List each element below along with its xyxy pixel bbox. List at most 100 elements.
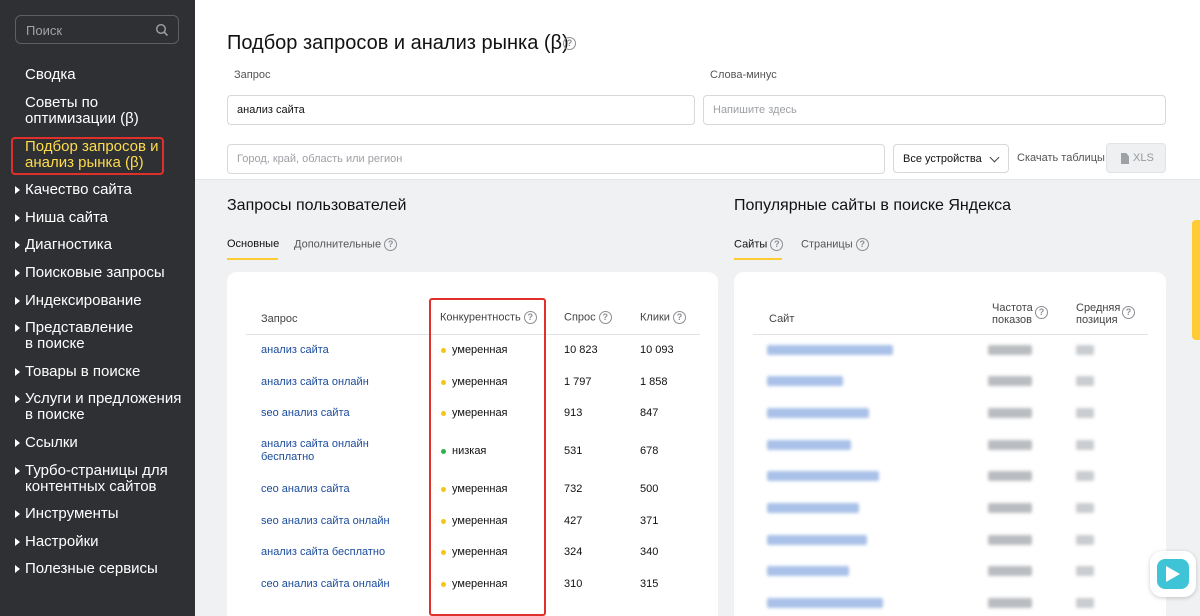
position-blurred: [1076, 471, 1094, 481]
help-icon[interactable]: ?: [855, 238, 869, 251]
help-icon[interactable]: ?: [384, 238, 398, 251]
query-link[interactable]: анализ сайта онлайн: [261, 376, 369, 389]
position-blurred: [1076, 566, 1094, 576]
column-header-demand[interactable]: Спрос ?: [564, 311, 612, 324]
frequency-blurred: [988, 471, 1032, 481]
site-name-blurred[interactable]: [767, 566, 849, 576]
help-icon[interactable]: ?: [598, 311, 612, 324]
tab-pages[interactable]: Страницы ?: [801, 238, 869, 251]
position-blurred: [1076, 535, 1094, 545]
column-header-query[interactable]: Запрос: [261, 313, 297, 325]
sidebar-item-links[interactable]: Ссылки: [15, 435, 78, 451]
demand-cell: 732: [564, 483, 583, 495]
query-link[interactable]: сео анализ сайта онлайн: [261, 578, 390, 591]
query-link[interactable]: анализ сайта: [261, 344, 329, 357]
expand-arrow-icon: [15, 467, 20, 475]
frequency-blurred: [988, 376, 1032, 386]
position-blurred: [1076, 598, 1094, 608]
expand-arrow-icon: [15, 538, 20, 546]
popular-section-title: Популярные сайты в поиске Яндекса: [734, 197, 1012, 214]
site-name-blurred[interactable]: [767, 535, 867, 545]
active-tab-underline: [734, 258, 782, 260]
site-name-blurred[interactable]: [767, 598, 883, 608]
query-link[interactable]: анализ сайта онлайн бесплатно: [261, 438, 369, 464]
sidebar-item-optimization-tips[interactable]: Советы по оптимизации (β): [25, 95, 139, 127]
demand-cell: 913: [564, 407, 583, 419]
document-icon: [1121, 153, 1129, 164]
tab-additional[interactable]: Дополнительные ?: [294, 238, 398, 251]
queries-section-title: Запросы пользователей: [227, 197, 407, 214]
xls-download-button[interactable]: XLS: [1106, 143, 1166, 173]
sidebar-item-products[interactable]: Товары в поиске: [15, 364, 140, 380]
sidebar-item-diagnostics[interactable]: Диагностика: [15, 237, 112, 253]
search-placeholder: Поиск: [26, 23, 63, 38]
query-link[interactable]: seo анализ сайта онлайн: [261, 515, 390, 528]
sidebar-item-search-appearance[interactable]: Представление в поиске: [15, 320, 133, 352]
expand-arrow-icon: [15, 241, 20, 249]
demand-cell: 531: [564, 445, 583, 457]
competition-column-highlight: [429, 298, 546, 616]
expand-arrow-icon: [15, 214, 20, 222]
column-header-frequency[interactable]: Частота показов: [992, 302, 1033, 326]
tab-sites[interactable]: Сайты ?: [734, 238, 784, 251]
query-input[interactable]: анализ сайта: [227, 95, 695, 125]
expand-arrow-icon: [15, 324, 20, 332]
frequency-blurred: [988, 408, 1032, 418]
feedback-tab[interactable]: [1192, 220, 1200, 340]
sidebar-item-tools[interactable]: Инструменты: [15, 506, 119, 522]
chevron-down-icon: [989, 152, 1000, 163]
expand-arrow-icon: [15, 186, 20, 194]
clicks-cell: 10 093: [640, 344, 674, 356]
minus-words-input[interactable]: Напишите здесь: [703, 95, 1166, 125]
devices-select[interactable]: Все устройства: [893, 144, 1009, 173]
page-title: Подбор запросов и анализ рынка (β): [227, 32, 569, 54]
clicks-cell: 371: [640, 515, 659, 527]
query-link[interactable]: seo анализ сайта: [261, 407, 350, 420]
sidebar-item-search-queries[interactable]: Поисковые запросы: [15, 265, 165, 281]
site-name-blurred[interactable]: [767, 376, 843, 386]
sidebar-search-input[interactable]: Поиск: [15, 15, 179, 44]
sidebar-item-settings[interactable]: Настройки: [15, 534, 99, 550]
clicks-cell: 1 858: [640, 376, 668, 388]
column-header-site[interactable]: Сайт: [769, 313, 794, 325]
sidebar-item-summary[interactable]: Сводка: [25, 67, 76, 83]
sidebar-item-useful-services[interactable]: Полезные сервисы: [15, 561, 158, 577]
frequency-blurred: [988, 440, 1032, 450]
help-icon[interactable]: ?: [563, 37, 576, 50]
query-link[interactable]: сео анализ сайта: [261, 483, 350, 496]
site-name-blurred[interactable]: [767, 408, 869, 418]
sidebar-item-site-niche[interactable]: Ниша сайта: [15, 210, 108, 226]
site-name-blurred[interactable]: [767, 471, 879, 481]
expand-arrow-icon: [15, 368, 20, 376]
demand-cell: 427: [564, 515, 583, 527]
site-name-blurred[interactable]: [767, 345, 893, 355]
sidebar-item-site-quality[interactable]: Качество сайта: [15, 182, 132, 198]
frequency-blurred: [988, 503, 1032, 513]
help-icon[interactable]: ?: [1035, 306, 1048, 319]
sidebar-item-indexing[interactable]: Индексирование: [15, 293, 142, 309]
query-link[interactable]: анализ сайта бесплатно: [261, 546, 385, 559]
expand-arrow-icon: [15, 395, 20, 403]
site-name-blurred[interactable]: [767, 440, 851, 450]
help-icon[interactable]: ?: [1122, 306, 1135, 319]
column-header-position[interactable]: Средняя позиция: [1076, 302, 1120, 326]
help-icon[interactable]: ?: [673, 311, 686, 324]
tab-main[interactable]: Основные: [227, 238, 279, 250]
sidebar-item-turbo-pages[interactable]: Турбо-страницы для контентных сайтов: [15, 463, 168, 495]
clicks-cell: 847: [640, 407, 659, 419]
region-input[interactable]: Город, край, область или регион: [227, 144, 885, 174]
play-icon: [1166, 566, 1180, 582]
active-tab-underline: [227, 258, 278, 260]
column-header-clicks[interactable]: Клики ?: [640, 311, 686, 324]
chat-widget-button[interactable]: [1150, 551, 1196, 597]
position-blurred: [1076, 440, 1094, 450]
clicks-cell: 678: [640, 445, 659, 457]
position-blurred: [1076, 503, 1094, 513]
demand-cell: 10 823: [564, 344, 598, 356]
site-name-blurred[interactable]: [767, 503, 859, 513]
help-icon[interactable]: ?: [770, 238, 784, 251]
sidebar-item-services[interactable]: Услуги и предложения в поиске: [15, 391, 181, 423]
frequency-blurred: [988, 345, 1032, 355]
demand-cell: 310: [564, 578, 583, 590]
query-label: Запрос: [234, 69, 271, 81]
